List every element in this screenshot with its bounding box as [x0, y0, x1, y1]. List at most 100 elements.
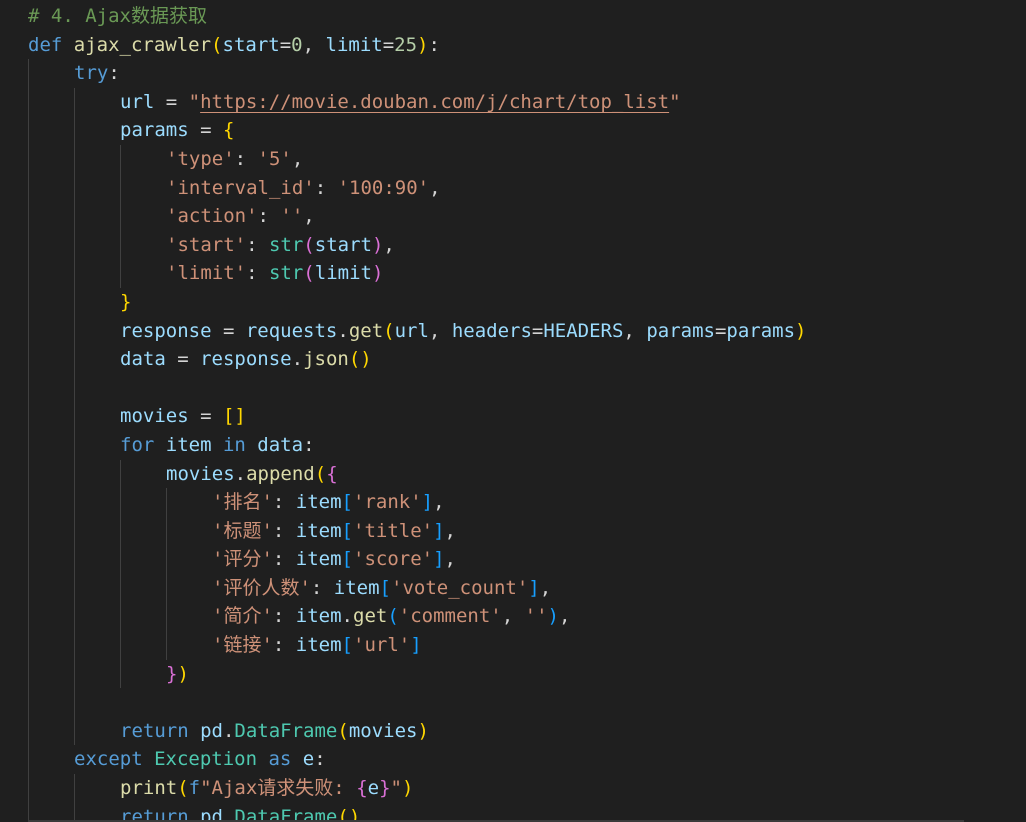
code-token-plain: :: [246, 262, 269, 285]
indent-guide: [166, 545, 167, 574]
code-line[interactable]: response = requests.get(url, headers=HEA…: [0, 316, 1026, 346]
code-token-plain: ,: [291, 147, 304, 170]
code-token-number: 25: [394, 33, 418, 56]
code-token-plain: :: [314, 748, 326, 771]
indent-guide: [28, 230, 29, 260]
code-line[interactable]: [0, 688, 1026, 717]
code-line[interactable]: [0, 373, 1026, 403]
code-line[interactable]: print(f"Ajax请求失败: {e}"): [0, 774, 1026, 803]
code-line[interactable]: data = response.json(): [0, 345, 1026, 374]
indent-guide: [28, 373, 29, 403]
code-token-variable: item: [295, 548, 342, 571]
code-line[interactable]: try:: [0, 59, 1026, 88]
code-line[interactable]: 'action': '',: [0, 202, 1026, 231]
code-token-variable: data: [120, 348, 166, 371]
code-token-bracket3: ]: [410, 634, 422, 657]
indent-guide: [120, 173, 121, 203]
code-line[interactable]: params = {: [0, 116, 1026, 145]
code-token-string: 'url': [353, 634, 411, 657]
code-line[interactable]: 'interval_id': '100:90',: [0, 173, 1026, 203]
code-line-content: response = requests.get(url, headers=HEA…: [120, 317, 807, 346]
code-token-plain: :: [272, 491, 296, 514]
code-token-plain: ,: [303, 205, 315, 228]
code-line-content: params = {: [120, 116, 234, 145]
code-line[interactable]: def ajax_crawler(start=0, limit=25):: [0, 31, 1026, 60]
indent-guide: [74, 259, 75, 288]
code-token-plain: ,: [444, 548, 456, 571]
code-line[interactable]: '评分': item['score'],: [0, 545, 1026, 574]
code-token-string: '100:90': [337, 176, 430, 199]
code-token-plain: :: [272, 634, 296, 657]
code-token-string: 'comment': [398, 605, 502, 628]
code-token-bracket3: [: [379, 576, 391, 599]
code-line[interactable]: 'type': '5',: [0, 144, 1026, 174]
code-token-keyword: as: [257, 748, 303, 771]
code-token-function: print: [120, 777, 178, 800]
code-line-content: except Exception as e:: [74, 745, 326, 774]
indent-guide: [74, 373, 75, 403]
code-line-content: # 4. Ajax数据获取: [28, 2, 207, 31]
code-token-plain: =: [154, 90, 189, 113]
code-token-string: '评分': [212, 548, 273, 571]
code-line[interactable]: # 4. Ajax数据获取: [0, 2, 1026, 31]
code-editor[interactable]: # 4. Ajax数据获取 def ajax_crawler(start=0, l…: [0, 0, 1026, 822]
code-line[interactable]: except Exception as e:: [0, 745, 1026, 775]
code-token-plain: :: [303, 433, 315, 456]
code-line-content: url = "https://movie.douban.com/j/chart/…: [120, 88, 681, 117]
code-line[interactable]: '评价人数': item['vote_count'],: [0, 573, 1026, 603]
code-line[interactable]: movies = []: [0, 402, 1026, 431]
code-token-string: "Ajax请求失败:: [200, 777, 357, 800]
code-line-content: }: [120, 288, 131, 317]
code-token-plain: :: [246, 233, 269, 256]
indent-guide: [74, 230, 75, 260]
code-token-bracket1: (: [337, 719, 349, 742]
code-token-plain: =: [279, 33, 292, 56]
code-token-bracket1: (): [348, 348, 372, 371]
indent-guide: [120, 602, 121, 632]
indent-guide: [74, 631, 75, 660]
code-token-function: get: [353, 605, 388, 628]
code-token-variable: params: [726, 319, 796, 342]
code-token-plain: .: [234, 462, 247, 485]
indent-guide: [166, 573, 167, 603]
indent-guide: [120, 631, 121, 660]
code-token-bracket1: (: [177, 777, 189, 800]
code-line[interactable]: '简介': item.get('comment', ''),: [0, 602, 1026, 632]
code-line-content: }): [166, 660, 189, 689]
code-line[interactable]: url = "https://movie.douban.com/j/chart/…: [0, 87, 1026, 117]
indent-guide: [28, 745, 29, 775]
code-line[interactable]: '链接': item['url']: [0, 631, 1026, 660]
code-line[interactable]: return pd.DataFrame(movies): [0, 716, 1026, 746]
code-line[interactable]: }: [0, 287, 1026, 317]
code-line[interactable]: 'start': str(start),: [0, 230, 1026, 260]
code-token-string: 'limit': [166, 262, 247, 285]
code-token-plain: :: [257, 205, 281, 228]
code-token-string: ": [188, 90, 201, 113]
code-token-bracket1: {: [222, 119, 235, 142]
code-token-plain: :: [272, 605, 296, 628]
code-line[interactable]: '排名': item['rank'],: [0, 488, 1026, 517]
code-area[interactable]: # 4. Ajax数据获取 def ajax_crawler(start=0, l…: [0, 2, 1026, 822]
code-token-variable: params: [120, 119, 189, 142]
code-line-content: data = response.json(): [120, 345, 372, 374]
indent-guide: [74, 173, 75, 203]
code-token-string: 'vote_count': [391, 576, 529, 599]
code-token-variable: url: [120, 90, 155, 113]
code-line[interactable]: 'limit': str(limit): [0, 259, 1026, 288]
code-line[interactable]: '标题': item['title'],: [0, 516, 1026, 546]
code-token-bracket1: ): [417, 719, 429, 742]
code-token-plain: .: [341, 605, 353, 628]
code-line[interactable]: for item in data:: [0, 430, 1026, 460]
code-token-string: 'action': [166, 205, 258, 228]
indent-guide: [120, 659, 121, 689]
code-line[interactable]: movies.append({: [0, 459, 1026, 489]
code-line-content: '链接': item['url']: [212, 631, 422, 660]
indent-guide: [74, 287, 75, 317]
code-token-bracket1: (: [383, 319, 395, 342]
indent-guide: [28, 573, 29, 603]
code-line-content: 'type': '5',: [166, 145, 303, 174]
code-line[interactable]: }): [0, 659, 1026, 689]
indent-guide: [28, 345, 29, 374]
code-token-string: 'start': [166, 233, 247, 256]
code-token-string: '评价人数': [212, 576, 311, 599]
